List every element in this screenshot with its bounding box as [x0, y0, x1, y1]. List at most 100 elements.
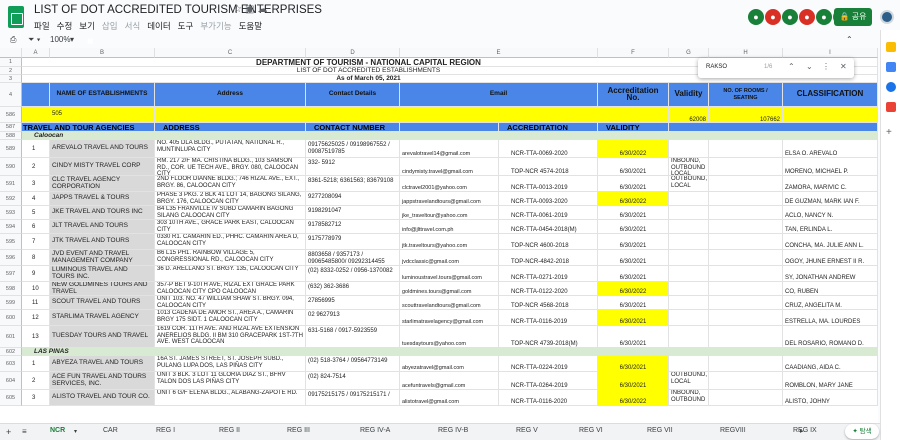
spreadsheet-grid[interactable]: A B C D E F G H I 1 DEPARTMENT OF TOURISM - NATION…: [0, 48, 878, 423]
service-type-cell[interactable]: [669, 310, 709, 326]
establishment-name[interactable]: LUMINOUS TRAVEL AND TOURS INC.: [50, 266, 155, 282]
establishment-name[interactable]: ALISTO TRAVEL AND TOUR CO.: [50, 390, 155, 406]
contact-cell[interactable]: 09175215175 / 09175215171 /: [306, 390, 400, 406]
service-type-cell[interactable]: [669, 234, 709, 250]
address-cell[interactable]: 36 D. ARELLANO ST. BRGY. 135, CALOOCAN C…: [155, 266, 306, 282]
validity-cell[interactable]: 6/30/2021: [598, 220, 669, 234]
establishment-name[interactable]: NEW GOLDMINES TOURS AND TRAVEL: [50, 282, 155, 296]
document-title[interactable]: LIST OF DOT ACCREDITED TOURISM ENTERPRIS…: [34, 4, 322, 16]
manager-cell[interactable]: CRUZ, ANGELITA M.: [783, 296, 878, 310]
service-type-cell[interactable]: [669, 356, 709, 372]
manager-cell[interactable]: OGOY, JHUNE ERNEST II R.: [783, 250, 878, 266]
establishment-name[interactable]: JKE TRAVEL AND TOURS INC: [50, 206, 155, 220]
sheet-tab[interactable]: REG VII: [647, 427, 673, 434]
email-cell[interactable]: luminoustravel.tours@gmail.com: [400, 266, 499, 282]
service-type-cell[interactable]: [669, 250, 709, 266]
row-header[interactable]: 593: [0, 206, 22, 220]
column-title[interactable]: Validity: [669, 83, 709, 107]
validity-cell[interactable]: 6/30/2022: [598, 282, 669, 296]
email-cell[interactable]: abyezatravel@gmail.com: [400, 356, 499, 372]
row-number-cell[interactable]: 7: [22, 234, 50, 250]
classification-cell[interactable]: [709, 282, 783, 296]
validity-cell[interactable]: 6/30/2021: [598, 372, 669, 390]
row-number-cell[interactable]: 4: [22, 192, 50, 206]
contact-cell[interactable]: 27856995: [306, 296, 400, 310]
classification-cell[interactable]: [709, 176, 783, 192]
row-number-cell[interactable]: 5: [22, 206, 50, 220]
address-cell[interactable]: NO. 405 DLA BLDG., PUTATAN, NATIONAL R.,…: [155, 140, 306, 158]
print-icon[interactable]: ⎙: [10, 35, 16, 45]
contact-cell[interactable]: 02 9627913: [306, 310, 400, 326]
row-number-cell[interactable]: 10: [22, 282, 50, 296]
sheet-tab[interactable]: NCR: [50, 427, 65, 434]
establishment-name[interactable]: ABYEZA TRAVEL AND TOURS: [50, 356, 155, 372]
service-type-cell[interactable]: [669, 192, 709, 206]
service-type-cell[interactable]: [669, 140, 709, 158]
address-cell[interactable]: 0330 R1. CAMARIN ED., PHHC. CAMARIN AREA…: [155, 234, 306, 250]
row-header[interactable]: 605: [0, 390, 22, 406]
column-header[interactable]: C: [155, 48, 306, 58]
service-type-cell[interactable]: OUTBOUND, LOCAL: [669, 372, 709, 390]
explore-button[interactable]: ✦ 탐색: [845, 424, 879, 439]
row-header[interactable]: 589: [0, 140, 22, 158]
validity-cell[interactable]: 6/30/2021: [598, 296, 669, 310]
column-header[interactable]: F: [598, 48, 669, 58]
validity-cell[interactable]: 6/30/2021: [598, 158, 669, 176]
sheet-tab[interactable]: REGVIII: [720, 427, 746, 434]
manager-cell[interactable]: ELSA O. AREVALO: [783, 140, 878, 158]
column-header[interactable]: D: [306, 48, 400, 58]
accreditation-cell[interactable]: NCR-TTA-0224-2019: [499, 356, 598, 372]
validity-cell[interactable]: 6/30/2021: [598, 266, 669, 282]
classification-cell[interactable]: [709, 356, 783, 372]
summary-count[interactable]: 505: [50, 107, 155, 123]
sheet-tab-menu-icon[interactable]: ▾: [74, 428, 77, 435]
contact-cell[interactable]: 9175778979: [306, 234, 400, 250]
sheet-tab[interactable]: REG IV-A: [360, 427, 390, 434]
manager-cell[interactable]: ESTRELLA, MA. LOURDES: [783, 310, 878, 326]
row-header[interactable]: 597: [0, 266, 22, 282]
find-next-icon[interactable]: ⌄: [806, 62, 813, 71]
accreditation-cell[interactable]: NCR-TTA-0122-2020: [499, 282, 598, 296]
summary-rooms[interactable]: 62008: [669, 107, 709, 123]
collaborator-avatar[interactable]: ●: [799, 9, 815, 25]
manager-cell[interactable]: CO, RUBEN: [783, 282, 878, 296]
summary-cell[interactable]: [22, 107, 50, 123]
manager-cell[interactable]: DE GUZMAN, MARK IAN F.: [783, 192, 878, 206]
star-icon[interactable]: ☆: [233, 4, 245, 15]
menu-item[interactable]: 도움말: [239, 21, 262, 31]
section-column-title[interactable]: CONTACT NUMBER: [306, 123, 400, 132]
manager-cell[interactable]: ALISTO, JOHNY: [783, 390, 878, 406]
email-cell[interactable]: arevalotravel14@gmail.com: [400, 140, 499, 158]
menu-item[interactable]: 파일: [34, 21, 50, 31]
find-options-icon[interactable]: ⋮: [822, 62, 830, 71]
select-all-corner[interactable]: [0, 48, 22, 58]
find-previous-icon[interactable]: ⌃: [788, 62, 795, 71]
establishment-name[interactable]: JAPPS TRAVEL & TOURS: [50, 192, 155, 206]
row-header[interactable]: 591: [0, 176, 22, 192]
establishment-name[interactable]: CINDY MISTY TRAVEL CORP: [50, 158, 155, 176]
collaborator-avatar[interactable]: ●: [816, 9, 832, 25]
classification-cell[interactable]: [709, 326, 783, 348]
manager-cell[interactable]: SY, JONATHAN ANDREW: [783, 266, 878, 282]
collapse-toolbar-icon[interactable]: ⌃: [846, 35, 853, 44]
manager-cell[interactable]: TAN, ERLINDA L.: [783, 220, 878, 234]
email-cell[interactable]: clctravel2001@yahoo.com: [400, 176, 499, 192]
validity-cell[interactable]: 6/30/2022: [598, 192, 669, 206]
row-number-cell[interactable]: 13: [22, 326, 50, 348]
row-header[interactable]: 598: [0, 282, 22, 296]
account-avatar[interactable]: [880, 10, 894, 24]
filter-icon[interactable]: ⏷ ▾: [28, 35, 41, 45]
menu-item[interactable]: 수정: [57, 21, 73, 31]
row-number-cell[interactable]: 6: [22, 220, 50, 234]
column-header[interactable]: E: [400, 48, 598, 58]
address-cell[interactable]: 1013 CADENA DE AMOR ST., AREA A., CAMARI…: [155, 310, 306, 326]
row-number-cell[interactable]: 2: [22, 158, 50, 176]
column-header[interactable]: H: [709, 48, 783, 58]
email-cell[interactable]: info@jlttravel.com.ph: [400, 220, 499, 234]
row-number-cell[interactable]: 1: [22, 356, 50, 372]
classification-cell[interactable]: [709, 266, 783, 282]
address-cell[interactable]: RM. 217 2/F MA. CRISTINA BLDG., 103 SAMS…: [155, 158, 306, 176]
accreditation-cell[interactable]: NCR-TTA-0454-2018(M): [499, 220, 598, 234]
address-cell[interactable]: 2ND FLOOR DIANNE BLDG.; 746 RIZAL AVE., …: [155, 176, 306, 192]
row-header[interactable]: 594: [0, 220, 22, 234]
